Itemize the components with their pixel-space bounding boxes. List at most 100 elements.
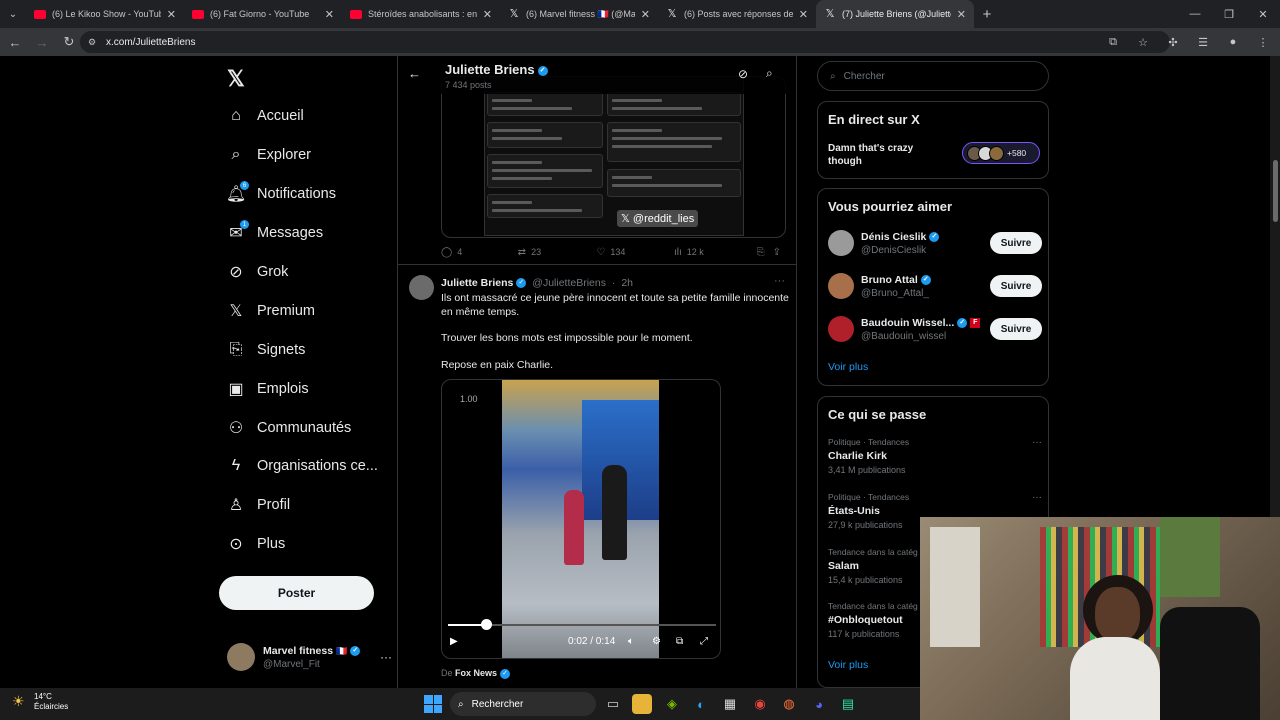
store-icon[interactable]: ▦ — [720, 694, 740, 714]
site-info-icon[interactable]: ⚙ — [88, 37, 98, 47]
like-button[interactable]: ♡ 134 — [596, 247, 674, 258]
browser-tab[interactable]: Stéroïdes anabolisants : enquêt ✕ — [342, 0, 500, 28]
nav-item-communities[interactable]: ⚇ Communautés — [227, 413, 397, 443]
avatar — [227, 643, 255, 671]
search-box[interactable]: ⌕ — [817, 61, 1049, 91]
file-explorer-icon[interactable] — [632, 694, 652, 714]
suggestion-item[interactable]: Baudouin Wissel... ✓ F @Baudouin_wissel Sui… — [828, 313, 1042, 345]
reload-icon[interactable]: ↻ — [57, 30, 81, 54]
more-dots-icon[interactable]: ··· — [774, 275, 785, 287]
settings-icon[interactable]: ⚙ — [652, 636, 661, 647]
browser-menu-icon[interactable]: ⋮ — [1252, 31, 1274, 53]
close-icon[interactable]: ✕ — [799, 8, 808, 21]
new-tab-icon[interactable]: + — [974, 0, 1000, 28]
reply-button[interactable]: ◯ 4 — [441, 247, 518, 258]
grok-icon[interactable]: ⊘ — [738, 67, 748, 81]
nav-item-more[interactable]: ⊙ Plus — [227, 529, 397, 559]
repost-button[interactable]: ⇄ 23 — [518, 247, 597, 258]
more-dots-icon[interactable]: ··· — [380, 650, 392, 664]
firefox-icon[interactable]: ◍ — [779, 694, 799, 714]
source-name[interactable]: Fox News — [455, 668, 497, 678]
suggestion-handle: @Bruno_Attal_ — [861, 287, 929, 299]
close-icon[interactable]: ✕ — [957, 8, 966, 21]
browser-tab[interactable]: (6) Le Kikoo Show - YouTube ✕ — [26, 0, 184, 28]
nav-item-explore[interactable]: ⌕ Explorer — [227, 140, 397, 170]
views-button[interactable]: ılı 12 k — [674, 247, 757, 258]
nav-item-profile[interactable]: ♙ Profil — [227, 490, 397, 520]
url-field[interactable]: ⚙ x.com/JulietteBriens — [80, 31, 1170, 53]
suggestion-item[interactable]: Bruno Attal ✓ @Bruno_Attal_ Suivre — [828, 270, 1042, 302]
browser-tab[interactable]: 𝕏 (6) Marvel fitness 🇫🇷 (@Marvel_l ✕ — [500, 0, 658, 28]
play-icon[interactable]: ▶ — [450, 636, 458, 647]
nav-item-notifications[interactable]: 🔔︎ 6 Notifications — [226, 179, 397, 209]
video-player[interactable]: 1.00 ▶ 0:02 / 0:14 🔈︎ ⚙ ⧉ ⤢ — [441, 379, 721, 659]
weather-widget[interactable]: ☀ 14°C Éclaircies — [12, 692, 68, 712]
profile-name-row: Juliette Briens ✓ — [445, 62, 548, 77]
playback-speed: 1.00 — [460, 394, 478, 404]
volume-icon[interactable]: 🔈︎ — [628, 636, 634, 647]
show-more-link[interactable]: Voir plus — [828, 659, 868, 671]
trend-item[interactable]: Politique · Tendances Charlie Kirk 3,41 … — [828, 437, 1042, 475]
edge-icon[interactable]: ◐ — [691, 694, 711, 714]
close-icon[interactable]: ✕ — [483, 8, 492, 21]
picture-in-picture-icon[interactable]: ⧉ — [676, 636, 683, 647]
nav-item-premium[interactable]: 𝕏 Premium — [227, 296, 397, 326]
video-scrubber-handle[interactable] — [481, 619, 492, 630]
nav-item-organizations[interactable]: ϟ Organisations ce... — [227, 451, 397, 481]
author-name[interactable]: Juliette Briens — [441, 277, 513, 289]
live-card[interactable]: En direct sur X Damn that's crazy though… — [817, 101, 1049, 179]
more-dots-icon[interactable]: ··· — [1032, 492, 1042, 503]
close-icon[interactable]: ✕ — [641, 8, 650, 21]
discord-icon[interactable]: ◕ — [809, 694, 829, 714]
scrollbar-thumb[interactable] — [1273, 160, 1278, 222]
follow-button[interactable]: Suivre — [990, 232, 1042, 254]
account-switcher[interactable]: Marvel fitness 🇫🇷 ✓ @Marvel_Fit ··· — [227, 641, 392, 673]
close-icon[interactable]: ✕ — [325, 8, 334, 21]
bookmark-button[interactable]: ⎘ — [757, 247, 773, 258]
profile-icon[interactable]: ● — [1222, 31, 1244, 53]
browser-tab[interactable]: (6) Fat Giorno - YouTube ✕ — [184, 0, 342, 28]
suggestion-name-row: Dénis Cieslik ✓ — [861, 231, 990, 243]
extensions-icon[interactable]: ✣ — [1162, 31, 1184, 53]
forward-arrow-icon[interactable]: → — [30, 30, 54, 54]
tab-search-icon[interactable]: ⌄ — [0, 0, 26, 28]
maximize-icon[interactable]: ❐ — [1212, 0, 1246, 28]
browser-tab[interactable]: 𝕏 (6) Posts avec réponses de Cha ✕ — [658, 0, 816, 28]
author-handle[interactable]: @JulietteBriens — [532, 277, 606, 289]
tweet[interactable]: Juliette Briens ✓ @JulietteBriens · 2h ··… — [398, 264, 796, 679]
nav-item-grok[interactable]: ⊘ Grok — [227, 257, 397, 287]
window-close-icon[interactable]: ✕ — [1246, 0, 1280, 28]
close-icon[interactable]: ✕ — [167, 8, 176, 21]
follow-button[interactable]: Suivre — [990, 318, 1042, 340]
bookmark-star-icon[interactable]: ☆ — [1132, 31, 1154, 53]
avatar[interactable] — [409, 275, 434, 300]
search-input[interactable] — [843, 70, 1024, 82]
app-icon[interactable]: ▤ — [838, 694, 858, 714]
minimize-icon[interactable]: — — [1178, 0, 1212, 28]
nav-item-jobs[interactable]: ▣ Emplois — [227, 374, 397, 404]
taskbar-search[interactable]: ⌕ Rechercher — [450, 692, 596, 716]
nvidia-icon[interactable]: ◈ — [662, 694, 682, 714]
back-arrow-icon[interactable]: ← — [3, 30, 27, 54]
back-arrow-icon[interactable]: ← — [408, 66, 421, 81]
browser-tab-active[interactable]: 𝕏 (7) Juliette Briens (@JulietteBri ✕ — [816, 0, 974, 28]
x-logo-icon[interactable]: 𝕏 — [227, 66, 245, 92]
fullscreen-icon[interactable]: ⤢ — [700, 636, 708, 647]
search-icon[interactable]: ⌕ — [766, 66, 773, 81]
install-app-icon[interactable]: ⧉ — [1102, 31, 1124, 53]
share-button[interactable]: ⇪ — [773, 247, 786, 258]
task-view-icon[interactable]: ▭ — [603, 694, 623, 714]
suggestion-item[interactable]: Dénis Cieslik ✓ @DenisCieslik Suivre — [828, 227, 1042, 259]
windows-start-icon[interactable] — [424, 695, 442, 713]
nav-item-messages[interactable]: ✉ 1 Messages — [227, 218, 397, 248]
more-dots-icon[interactable]: ··· — [1032, 437, 1042, 448]
follow-button[interactable]: Suivre — [990, 275, 1042, 297]
post-button[interactable]: Poster — [219, 576, 374, 610]
nav-item-home[interactable]: ⌂ Accueil — [227, 101, 397, 131]
live-avatars-pill[interactable]: +580 — [962, 142, 1040, 164]
show-more-link[interactable]: Voir plus — [828, 361, 868, 373]
nav-item-bookmarks[interactable]: ⎘ Signets — [227, 335, 397, 365]
reading-list-icon[interactable]: ☰ — [1192, 31, 1214, 53]
tweet-time[interactable]: 2h — [621, 277, 633, 289]
chrome-icon[interactable]: ◉ — [750, 694, 770, 714]
